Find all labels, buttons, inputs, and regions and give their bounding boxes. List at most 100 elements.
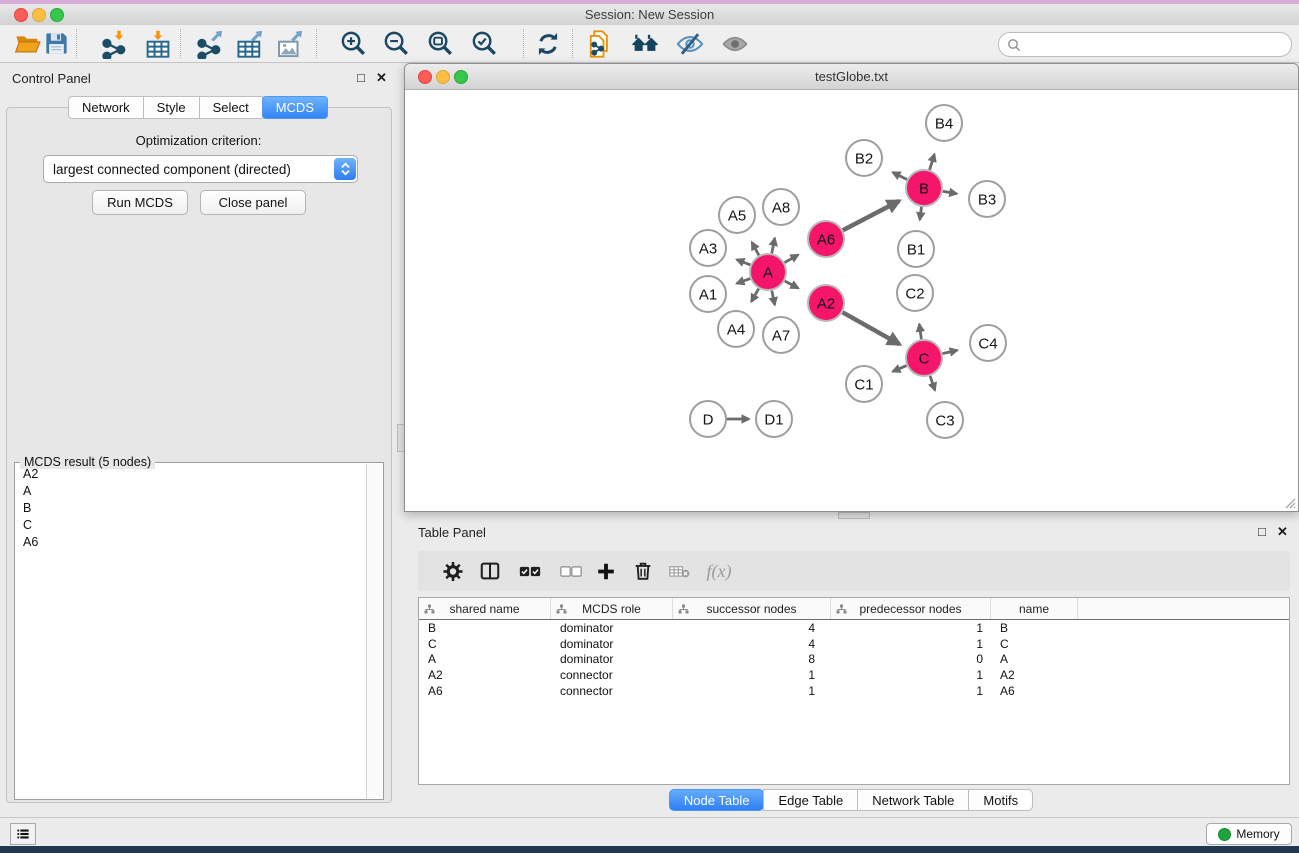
graph-edge-B-B4[interactable] [930, 154, 935, 170]
table-row[interactable]: A6connector11A6 [419, 683, 1289, 699]
column-header-MCDS-role[interactable]: MCDS role [551, 598, 673, 619]
table-row[interactable]: A2connector11A2 [419, 667, 1289, 683]
graph-node-C4[interactable]: C4 [970, 325, 1006, 361]
graph-edge-A-A1[interactable] [737, 279, 750, 284]
graph-edge-A-A5[interactable] [752, 242, 759, 255]
graph-edge-B-B1[interactable] [920, 207, 922, 220]
zoom-selected-button[interactable] [467, 27, 501, 60]
table-row[interactable]: Bdominator41B [419, 620, 1289, 636]
function-builder-button[interactable]: f(x) [698, 555, 740, 587]
graph-node-C[interactable]: C [906, 340, 942, 376]
column-header-successor-nodes[interactable]: successor nodes [673, 598, 831, 619]
search-field[interactable] [998, 32, 1292, 57]
delete-table-button[interactable] [663, 555, 697, 587]
import-table-button[interactable] [141, 27, 175, 60]
tab-select[interactable]: Select [199, 96, 263, 119]
graph-node-A2[interactable]: A2 [808, 285, 844, 321]
graph-node-A[interactable]: A [750, 254, 786, 290]
tab-mcds[interactable]: MCDS [262, 96, 328, 119]
graph-node-A3[interactable]: A3 [690, 230, 726, 266]
tab-edge-table[interactable]: Edge Table [763, 789, 858, 811]
mcds-list-scrollbar[interactable] [366, 464, 382, 798]
mcds-result-item[interactable]: A2 [16, 465, 366, 482]
close-panel-button[interactable]: Close panel [200, 190, 306, 215]
tab-network-table[interactable]: Network Table [857, 789, 969, 811]
graph-node-D1[interactable]: D1 [756, 401, 792, 437]
graph-node-B1[interactable]: B1 [898, 231, 934, 267]
column-header-predecessor-nodes[interactable]: predecessor nodes [831, 598, 991, 619]
export-network-button[interactable] [193, 27, 227, 60]
graph-node-B3[interactable]: B3 [969, 181, 1005, 217]
table-row[interactable]: Adominator80A [419, 652, 1289, 668]
show-column-panel-button[interactable] [473, 555, 507, 587]
table-panel-float-icon[interactable]: □ [1258, 525, 1266, 539]
show-hide-panels-button[interactable] [628, 27, 662, 60]
zoom-in-button[interactable] [336, 27, 370, 60]
graph-edge-C-C1[interactable] [893, 366, 907, 372]
column-header-name[interactable]: name [991, 598, 1078, 619]
graph-edge-A-A4[interactable] [751, 289, 758, 302]
mcds-result-item[interactable]: B [16, 499, 366, 516]
export-image-button[interactable] [273, 27, 307, 60]
mcds-result-item[interactable]: A6 [16, 533, 366, 550]
graph-node-C2[interactable]: C2 [897, 275, 933, 311]
graph-edge-A6-B[interactable] [843, 201, 899, 230]
zoom-fit-button[interactable] [423, 27, 457, 60]
horizontal-splitter-handle[interactable] [838, 512, 870, 519]
show-hide-graphics-details-button[interactable] [673, 27, 707, 60]
table-row[interactable]: Cdominator41C [419, 636, 1289, 652]
zoom-out-button[interactable] [379, 27, 413, 60]
create-column-button[interactable] [589, 555, 623, 587]
graph-node-A7[interactable]: A7 [763, 317, 799, 353]
graph-node-A6[interactable]: A6 [808, 221, 844, 257]
network-canvas[interactable]: B4 B2 B3 A8A5A3 B1 A1 C2 A4A7 C4 C1 C3 D D1 B A6 A A2 C [406, 90, 1297, 510]
graph-edge-A-A7[interactable] [772, 291, 775, 305]
birds-eye-view-button[interactable] [718, 27, 752, 60]
graph-edge-B-B3[interactable] [943, 191, 957, 193]
criterion-dropdown[interactable]: largest connected component (directed) [43, 155, 358, 183]
graph-node-C3[interactable]: C3 [927, 402, 963, 438]
graph-edge-C-C4[interactable] [942, 350, 957, 353]
mcds-result-item[interactable]: A [16, 482, 366, 499]
graph-edge-A-A3[interactable] [737, 260, 751, 265]
run-mcds-button[interactable]: Run MCDS [92, 190, 188, 215]
import-network-button[interactable] [98, 27, 132, 60]
memory-button[interactable]: Memory [1206, 823, 1292, 845]
graph-node-A4[interactable]: A4 [718, 311, 754, 347]
graph-node-B2[interactable]: B2 [846, 140, 882, 176]
tab-node-table[interactable]: Node Table [669, 789, 765, 811]
column-header-shared-name[interactable]: shared name [419, 598, 551, 619]
graph-node-D[interactable]: D [690, 401, 726, 437]
graph-edge-C-C3[interactable] [930, 376, 935, 390]
table-options-button[interactable] [436, 555, 470, 587]
export-table-button[interactable] [233, 27, 267, 60]
task-history-button[interactable] [10, 823, 36, 845]
graph-node-A1[interactable]: A1 [690, 276, 726, 312]
unselect-all-columns-button[interactable] [554, 555, 588, 587]
graph-edge-A-A8[interactable] [772, 238, 775, 253]
tab-motifs[interactable]: Motifs [968, 789, 1033, 811]
resize-grip-icon[interactable] [1282, 495, 1296, 509]
network-window-titlebar[interactable]: testGlobe.txt [405, 64, 1298, 90]
table-panel-close-icon[interactable]: ✕ [1277, 525, 1288, 539]
mcds-result-item[interactable]: C [16, 516, 366, 533]
graph-edge-A-A6[interactable] [785, 255, 799, 263]
new-network-from-selection-button[interactable] [583, 27, 617, 60]
graph-edge-A-A2[interactable] [785, 281, 798, 288]
tab-network[interactable]: Network [68, 96, 144, 119]
graph-edge-B-B2[interactable] [893, 172, 907, 179]
save-session-button[interactable] [39, 27, 73, 60]
control-panel-close-icon[interactable]: ✕ [376, 71, 387, 85]
apply-layout-button[interactable] [531, 27, 565, 60]
tab-style[interactable]: Style [143, 96, 200, 119]
graph-node-A5[interactable]: A5 [719, 197, 755, 233]
graph-node-C1[interactable]: C1 [846, 366, 882, 402]
graph-edge-A2-C[interactable] [843, 312, 900, 344]
select-all-columns-button[interactable] [513, 555, 547, 587]
graph-node-B4[interactable]: B4 [926, 105, 962, 141]
graph-node-B[interactable]: B [906, 170, 942, 206]
control-panel-float-icon[interactable]: □ [357, 71, 365, 85]
search-input[interactable] [1021, 38, 1291, 52]
graph-edge-C-C2[interactable] [919, 324, 921, 339]
graph-node-A8[interactable]: A8 [763, 189, 799, 225]
